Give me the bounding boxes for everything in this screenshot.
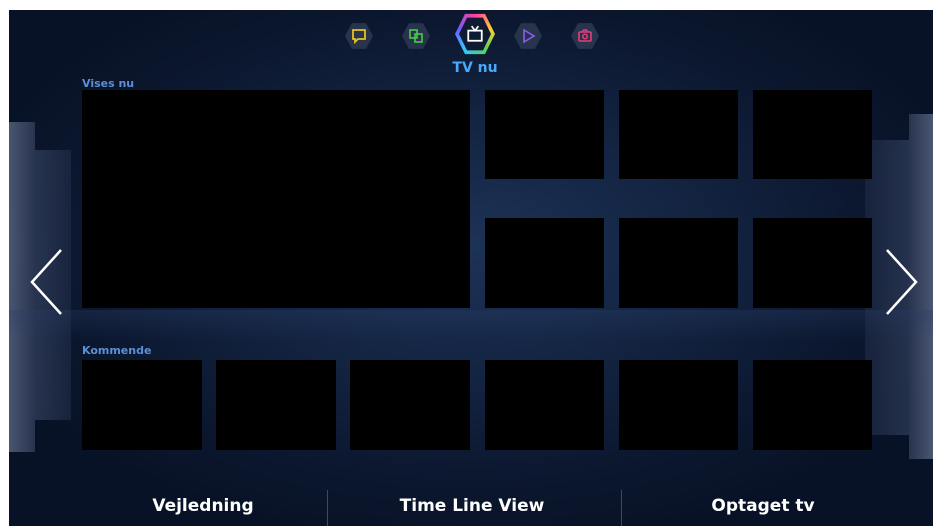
menu-time-line-view[interactable]: Time Line View: [372, 496, 572, 516]
menu-guide[interactable]: Vejledning: [103, 496, 303, 516]
chat-icon[interactable]: [345, 23, 373, 49]
menu-divider: [621, 490, 622, 526]
menu-recorded-tv[interactable]: Optaget tv: [663, 496, 863, 516]
now-showing-tile[interactable]: [619, 218, 738, 308]
upcoming-tile[interactable]: [485, 360, 604, 450]
bottom-menu: Vejledning Time Line View Optaget tv: [9, 480, 933, 526]
now-showing-label: Vises nu: [82, 77, 135, 90]
menu-divider: [327, 490, 328, 526]
upcoming-tile[interactable]: [350, 360, 470, 450]
camera-icon[interactable]: [571, 23, 599, 49]
upcoming-tile[interactable]: [216, 360, 336, 450]
smart-hub-screen: TV nu Vises nu Kommende Vejledning Time …: [9, 10, 933, 526]
play-icon[interactable]: [514, 23, 542, 49]
upcoming-label: Kommende: [82, 344, 152, 357]
now-showing-tile[interactable]: [753, 90, 872, 179]
floor-reflection: [9, 310, 933, 340]
now-showing-tile[interactable]: [485, 90, 604, 179]
now-showing-tile[interactable]: [753, 218, 872, 308]
upcoming-tile[interactable]: [619, 360, 738, 450]
upcoming-tile[interactable]: [82, 360, 202, 450]
now-showing-tile[interactable]: [485, 218, 604, 308]
multiscreen-icon[interactable]: [402, 23, 430, 49]
active-tab-label: TV nu: [452, 60, 498, 76]
chevron-right-icon[interactable]: [883, 247, 919, 317]
upcoming-tile[interactable]: [753, 360, 872, 450]
tv-icon[interactable]: [455, 13, 495, 55]
top-navigation: TV nu: [9, 10, 933, 90]
featured-tile[interactable]: [82, 90, 470, 308]
chevron-left-icon[interactable]: [29, 247, 65, 317]
now-showing-tile[interactable]: [619, 90, 738, 179]
